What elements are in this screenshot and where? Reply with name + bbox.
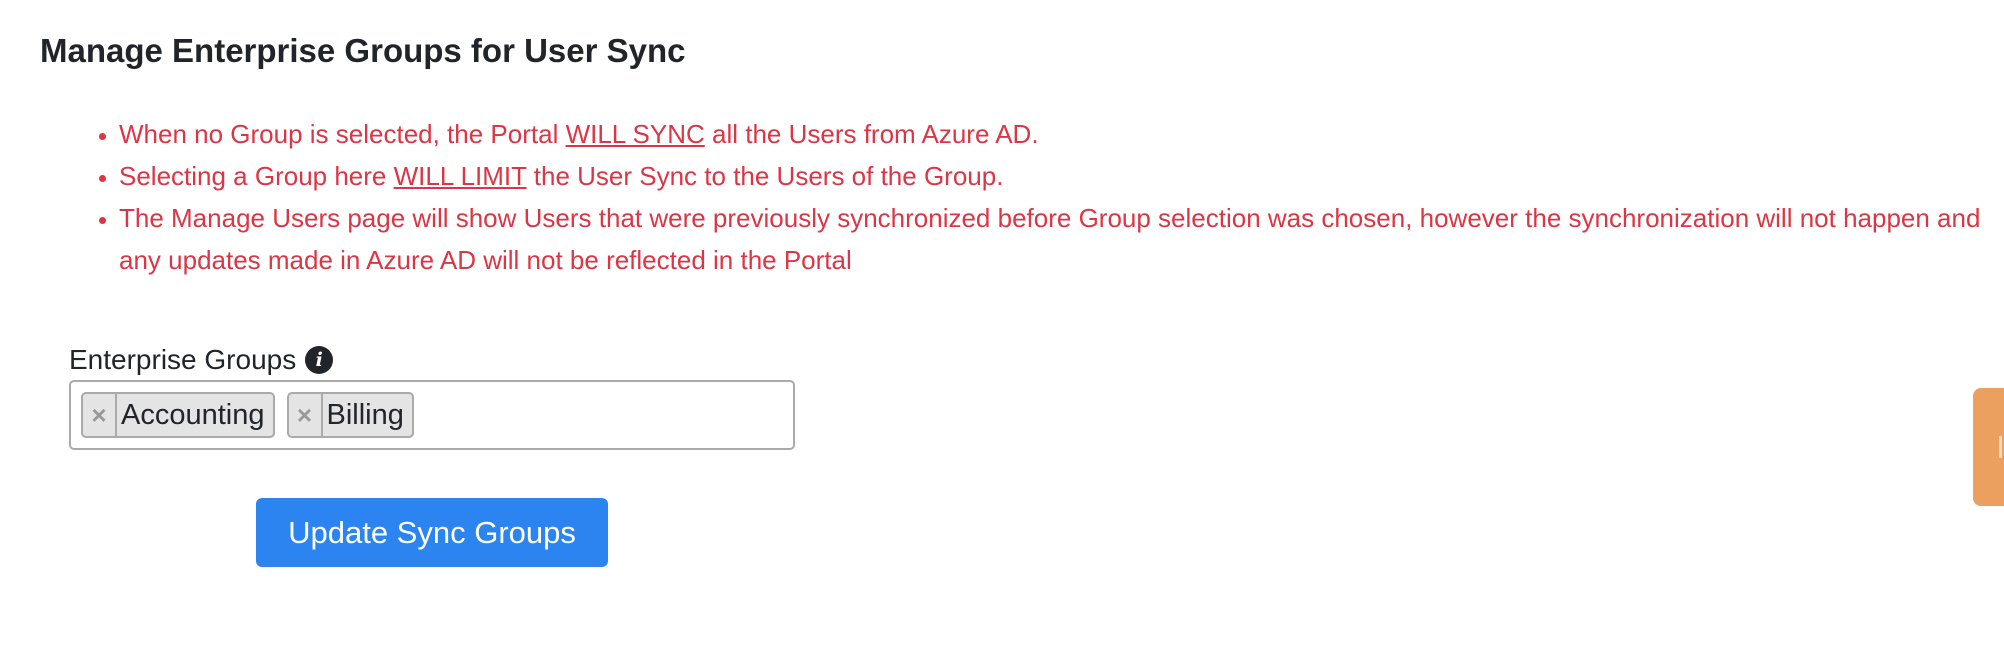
warning-text: The Manage Users page will show Users th… [119, 203, 1981, 275]
page-title: Manage Enterprise Groups for User Sync [40, 32, 686, 69]
update-sync-groups-button[interactable]: Update Sync Groups [256, 498, 608, 567]
warning-emphasis: WILL SYNC [565, 119, 705, 149]
remove-tag-icon[interactable]: × [289, 394, 323, 436]
warning-item-manage-users: The Manage Users page will show Users th… [119, 197, 1990, 281]
warning-text: Selecting a Group here [119, 161, 394, 191]
warning-item-limit: Selecting a Group here WILL LIMIT the Us… [119, 155, 1990, 197]
group-tag-billing: × Billing [286, 392, 414, 438]
feedback-side-tab[interactable] [1973, 388, 2004, 506]
side-tab-marker [1999, 436, 2002, 458]
warning-emphasis: WILL LIMIT [393, 161, 527, 191]
enterprise-groups-label-row: Enterprise Groups i [69, 340, 334, 380]
group-tag-label: Accounting [121, 398, 265, 431]
warning-text: the User Sync to the Users of the Group. [526, 161, 1004, 191]
enterprise-groups-label: Enterprise Groups [69, 344, 297, 375]
group-tag-label: Billing [326, 398, 404, 431]
warning-item-no-group: When no Group is selected, the Portal WI… [119, 113, 1990, 155]
warning-text: When no Group is selected, the Portal [119, 119, 566, 149]
group-tag-accounting: × Accounting [81, 392, 275, 438]
info-circle-icon[interactable]: i [305, 346, 334, 374]
enterprise-groups-select[interactable]: × Accounting × Billing [69, 380, 795, 450]
remove-tag-icon[interactable]: × [83, 394, 117, 436]
warning-text: all the Users from Azure AD. [704, 119, 1039, 149]
sync-warning-list: When no Group is selected, the Portal WI… [40, 113, 1990, 281]
